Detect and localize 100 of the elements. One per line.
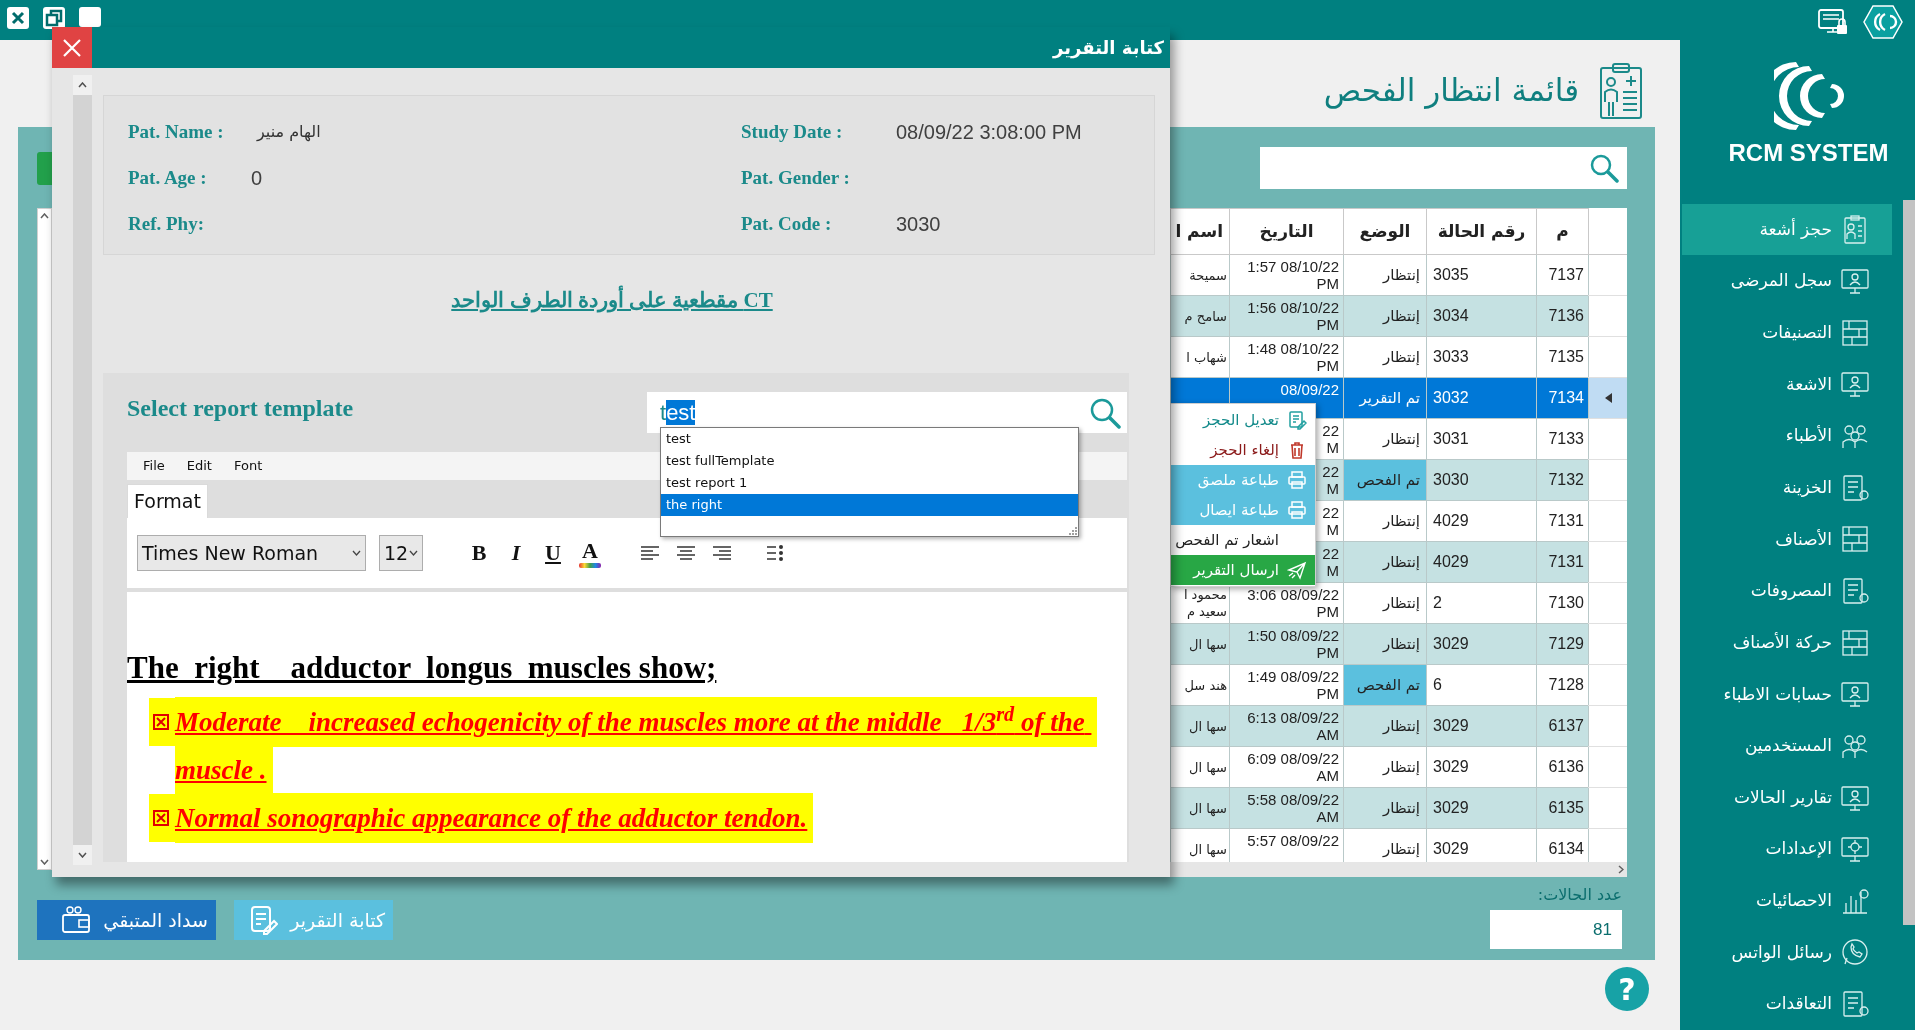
table-cell-text: محمود ا سعيد م bbox=[1182, 586, 1227, 620]
field-value: 08/09/22 3:08:00 PM bbox=[896, 120, 1082, 145]
count-label: عدد الحالات: bbox=[1537, 884, 1622, 906]
close-icon[interactable] bbox=[6, 6, 30, 30]
brand-name: RCM SYSTEM bbox=[1728, 137, 1889, 168]
table-cell: 3029 bbox=[1426, 705, 1537, 747]
table-cell: 3:06 08/09/22 PM bbox=[1247, 586, 1339, 620]
table-cell: 3034 bbox=[1426, 295, 1537, 337]
format-button[interactable]: U bbox=[541, 536, 565, 570]
format-button[interactable]: B bbox=[467, 536, 491, 570]
table-cell: 3035 bbox=[1426, 254, 1537, 296]
suggestion-item[interactable]: the right bbox=[661, 494, 1078, 516]
search-icon bbox=[1089, 396, 1121, 429]
monitor-icon bbox=[1840, 679, 1870, 710]
field-label: Pat. Name : bbox=[128, 119, 225, 144]
scrollbar[interactable] bbox=[1903, 200, 1915, 925]
table-cell: 4029 bbox=[1426, 541, 1537, 583]
tab[interactable]: Format bbox=[127, 484, 208, 518]
table-cell: إنتظار bbox=[1343, 828, 1427, 862]
scrollbar[interactable] bbox=[1170, 862, 1627, 877]
search-field[interactable] bbox=[1260, 147, 1627, 189]
menu-item[interactable]: تعديل الحجز bbox=[1171, 405, 1315, 435]
table-cell: تم الفحص bbox=[1343, 459, 1427, 501]
field-value: 3030 bbox=[896, 212, 941, 237]
menu-item[interactable]: Edit bbox=[186, 456, 212, 476]
menu-item[interactable]: اشعار تم الفحص bbox=[1171, 525, 1315, 555]
font-select[interactable]: Times New Roman bbox=[137, 535, 366, 571]
logo-icon bbox=[1773, 59, 1844, 132]
table-cell: إنتظار bbox=[1343, 787, 1427, 829]
align-left-icon[interactable] bbox=[640, 544, 660, 562]
document-icon bbox=[1840, 989, 1870, 1020]
close-button[interactable] bbox=[52, 27, 92, 68]
checkbox-x-icon bbox=[153, 714, 169, 730]
table-cell: إنتظار bbox=[1343, 500, 1427, 542]
edit-document-icon bbox=[1287, 410, 1307, 430]
wallet-icon bbox=[61, 906, 92, 934]
column-header: التاريخ bbox=[1229, 208, 1344, 255]
restore-icon[interactable] bbox=[42, 6, 66, 30]
format-button[interactable]: A bbox=[578, 536, 602, 570]
dialog-title: كتابة التقرير bbox=[1053, 36, 1165, 61]
align-center-icon[interactable] bbox=[676, 544, 696, 562]
table-cell: تم الفحص bbox=[1343, 664, 1427, 706]
table-cell: إنتظار bbox=[1343, 582, 1427, 624]
menu-item[interactable]: إلغاء الحجز bbox=[1171, 435, 1315, 465]
format-button[interactable]: I bbox=[504, 536, 528, 570]
table-cell: 7128 bbox=[1536, 664, 1589, 706]
document-icon bbox=[1840, 472, 1870, 503]
scrollbar[interactable] bbox=[73, 75, 92, 865]
printer-icon bbox=[1287, 500, 1307, 520]
column-header: م bbox=[1536, 208, 1589, 255]
section-title: Select report template bbox=[127, 394, 354, 423]
caret-icon bbox=[409, 550, 418, 556]
field-label: Pat. Gender : bbox=[741, 165, 851, 190]
menu-item[interactable]: Font bbox=[233, 456, 263, 476]
table-cell-text: سها ال bbox=[1187, 717, 1227, 735]
table-cell: 2 bbox=[1426, 582, 1537, 624]
table-cell: 6134 bbox=[1536, 828, 1589, 862]
resize-grip-icon bbox=[1067, 525, 1077, 535]
table-cell: 1:56 08/10/22 PM bbox=[1247, 299, 1339, 333]
hexagon-logo-icon[interactable] bbox=[1863, 3, 1903, 40]
field-label: Study Date : bbox=[741, 119, 844, 144]
suggestion-item[interactable]: test report 1 bbox=[661, 472, 1078, 494]
table-cell: إنتظار bbox=[1343, 623, 1427, 665]
field-label: Pat. Age : bbox=[128, 165, 208, 190]
table-cell: 22 M bbox=[1322, 422, 1339, 456]
shelves-icon bbox=[1840, 317, 1870, 348]
table-cell: 08/09/22 bbox=[1280, 381, 1339, 398]
table-cell: 7129 bbox=[1536, 623, 1589, 665]
scrollbar[interactable] bbox=[37, 208, 52, 870]
square-icon[interactable] bbox=[78, 6, 102, 27]
table-cell: تم التقرير bbox=[1343, 377, 1427, 419]
menu-item[interactable]: File bbox=[143, 456, 165, 476]
size-select[interactable]: 12 bbox=[379, 535, 423, 571]
table-cell: إنتظار bbox=[1343, 295, 1427, 337]
table-cell: إنتظار bbox=[1343, 336, 1427, 378]
table-cell-text: سميحة bbox=[1188, 266, 1227, 284]
table-cell: 3029 bbox=[1426, 787, 1537, 829]
table-cell: 7132 bbox=[1536, 459, 1589, 501]
table-cell-text: سها ال bbox=[1187, 758, 1227, 776]
column-header: اسم ا bbox=[1170, 208, 1230, 255]
field-label: Pat. Code : bbox=[741, 211, 833, 236]
row-pointer-icon bbox=[1604, 393, 1612, 403]
table-cell: 1:57 08/10/22 PM bbox=[1247, 258, 1339, 292]
monitor-lock-icon[interactable] bbox=[1817, 6, 1849, 37]
list-icon[interactable] bbox=[766, 544, 784, 562]
table-cell: 5:57 08/09/22 bbox=[1247, 832, 1339, 849]
document-heading: The right adductor longus muscles show; bbox=[127, 652, 717, 684]
table-cell: إنتظار bbox=[1343, 541, 1427, 583]
table-cell: 1:48 08/10/22 PM bbox=[1247, 340, 1339, 374]
table-cell: 3030 bbox=[1426, 459, 1537, 501]
table-cell: إنتظار bbox=[1343, 705, 1427, 747]
table-cell: 22 M bbox=[1322, 504, 1339, 538]
action-button[interactable]: سداد المتبقي bbox=[37, 900, 216, 940]
table-cell: 3029 bbox=[1426, 746, 1537, 788]
table-cell: 7136 bbox=[1536, 295, 1589, 337]
suggestion-item[interactable]: test fullTemplate bbox=[661, 450, 1078, 472]
align-right-icon[interactable] bbox=[712, 544, 732, 562]
table-cell: 7134 bbox=[1536, 377, 1589, 419]
clipboard-icon bbox=[1599, 61, 1643, 120]
table-cell-text: شهاب ا bbox=[1185, 348, 1227, 366]
